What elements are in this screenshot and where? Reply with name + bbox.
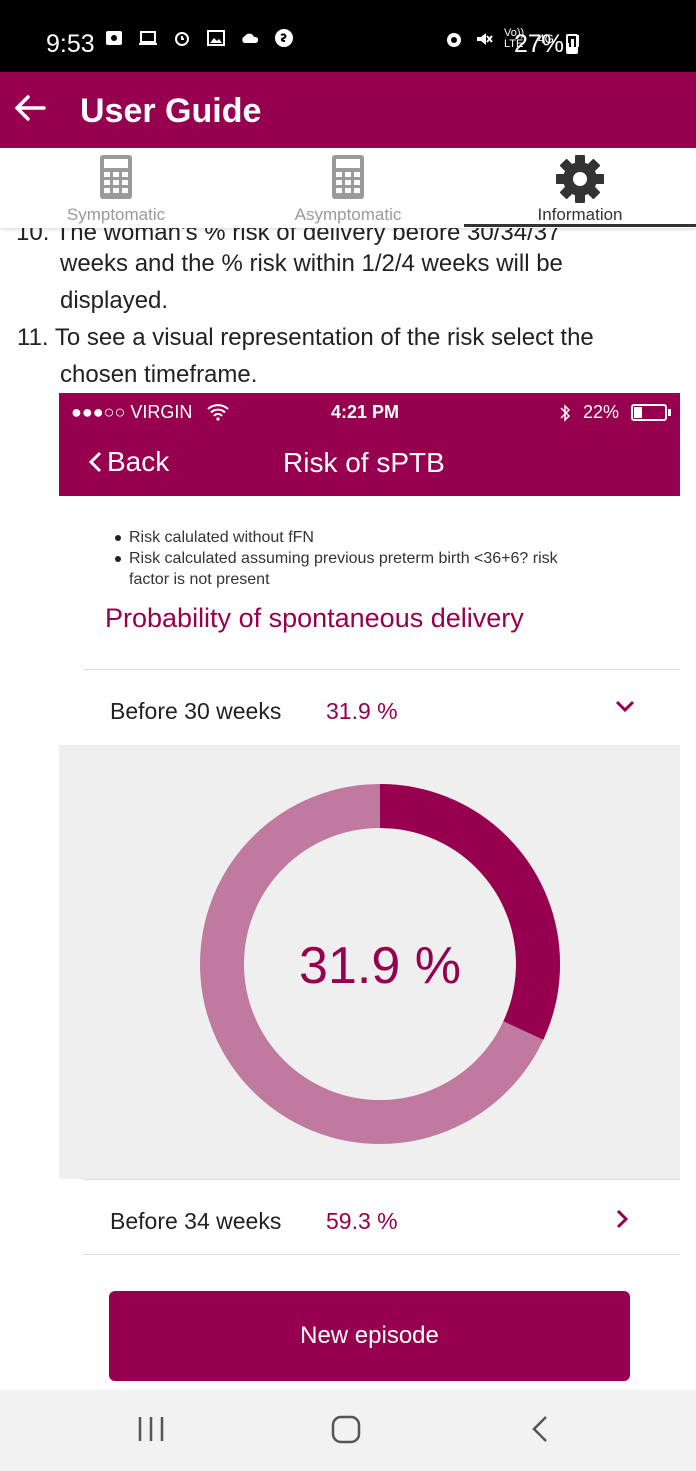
- cloud-icon: [242, 33, 259, 43]
- tab-asymptomatic[interactable]: Asymptomatic: [232, 148, 464, 228]
- new-episode-button[interactable]: New episode: [109, 1291, 630, 1381]
- risk-row-34-weeks[interactable]: Before 34 weeks 59.3 %: [83, 1179, 680, 1255]
- notification-icons: [104, 28, 294, 48]
- donut-center-label: 31.9 %: [299, 937, 461, 995]
- screenshot-battery-icon: [631, 404, 667, 421]
- battery-percent: 27%: [514, 30, 565, 58]
- tab-symptomatic[interactable]: Symptomatic: [0, 148, 232, 228]
- home-icon[interactable]: [330, 1412, 362, 1446]
- risk-notes: Risk calulated without fFN Risk calculat…: [115, 527, 558, 590]
- example-screenshot: ●●●○○ VIRGIN 4:21 PM 22% Back Risk of sP…: [59, 393, 680, 1390]
- bluetooth-icon: [560, 404, 571, 422]
- page-title: User Guide: [80, 92, 262, 130]
- row-label: Before 30 weeks: [110, 698, 282, 724]
- alarm-icon: [175, 32, 189, 46]
- tab-label: Symptomatic: [66, 205, 166, 224]
- screenshot-back-button[interactable]: Back: [87, 446, 169, 478]
- row-value: 59.3 %: [326, 1208, 398, 1234]
- guide-item-11-text: chosen timeframe.: [60, 361, 258, 388]
- laptop-icon: [139, 31, 157, 45]
- back-arrow-icon[interactable]: [12, 90, 48, 126]
- carrier-label: ●●●○○ VIRGIN: [71, 402, 193, 422]
- risk-donut-panel: 31.9 %: [59, 745, 680, 1179]
- risk-row-30-weeks[interactable]: Before 30 weeks 31.9 %: [83, 669, 680, 745]
- battery-nub: [668, 409, 671, 416]
- back-nav-icon[interactable]: [528, 1412, 552, 1446]
- risk-note: Risk calulated without fFN: [115, 527, 558, 548]
- back-label: Back: [107, 446, 170, 477]
- wifi-icon: [207, 404, 229, 421]
- tab-label: Information: [537, 205, 623, 224]
- alarm-clock-icon: [446, 33, 461, 47]
- chevron-right-icon: [616, 1209, 629, 1229]
- calculator-icon: [332, 155, 364, 199]
- active-tab-indicator: [464, 224, 696, 227]
- app-bar: User Guide: [0, 72, 696, 148]
- tab-label: Asymptomatic: [294, 205, 402, 224]
- screenshot-nav-bar: Back Risk of sPTB: [59, 433, 680, 496]
- calculator-icon: [100, 155, 132, 199]
- row-label: Before 34 weeks: [110, 1208, 282, 1234]
- guide-item-11-text: 11. To see a visual representation of th…: [17, 324, 594, 351]
- tab-information[interactable]: Information: [464, 148, 696, 228]
- chevron-left-icon: [88, 451, 102, 473]
- screenshot-status-bar: ●●●○○ VIRGIN 4:21 PM 22%: [59, 393, 680, 433]
- chevron-down-icon: [615, 700, 635, 713]
- risk-donut-chart: 31.9 %: [200, 784, 560, 1144]
- app-notification-icon: [275, 29, 293, 47]
- tab-bar: Symptomatic Asymptomatic Information: [0, 148, 696, 228]
- risk-note-continued: factor is not present: [129, 571, 270, 588]
- screenshot-title: Risk of sPTB: [283, 447, 445, 478]
- system-nav-bar: [0, 1390, 696, 1471]
- risk-note: Risk calculated assuming previous preter…: [115, 548, 558, 569]
- row-value: 31.9 %: [326, 698, 398, 724]
- photo-notification-icon: [106, 31, 122, 45]
- battery-icon: [566, 34, 578, 54]
- status-time: 9:53: [46, 30, 95, 58]
- status-bar: 9:53 Vo)) LTE 4G 27%: [0, 0, 696, 72]
- gallery-icon: [207, 30, 225, 46]
- screenshot-battery: 22%: [583, 402, 620, 422]
- guide-item-10-text: displayed.: [60, 287, 169, 314]
- probability-heading: Probability of spontaneous delivery: [105, 603, 524, 633]
- guide-item-10-text: weeks and the % risk within 1/2/4 weeks …: [60, 250, 563, 277]
- mute-icon: [476, 33, 493, 45]
- screenshot-time: 4:21 PM: [331, 402, 400, 422]
- recent-apps-icon[interactable]: [136, 1412, 166, 1446]
- gear-icon: [556, 155, 604, 203]
